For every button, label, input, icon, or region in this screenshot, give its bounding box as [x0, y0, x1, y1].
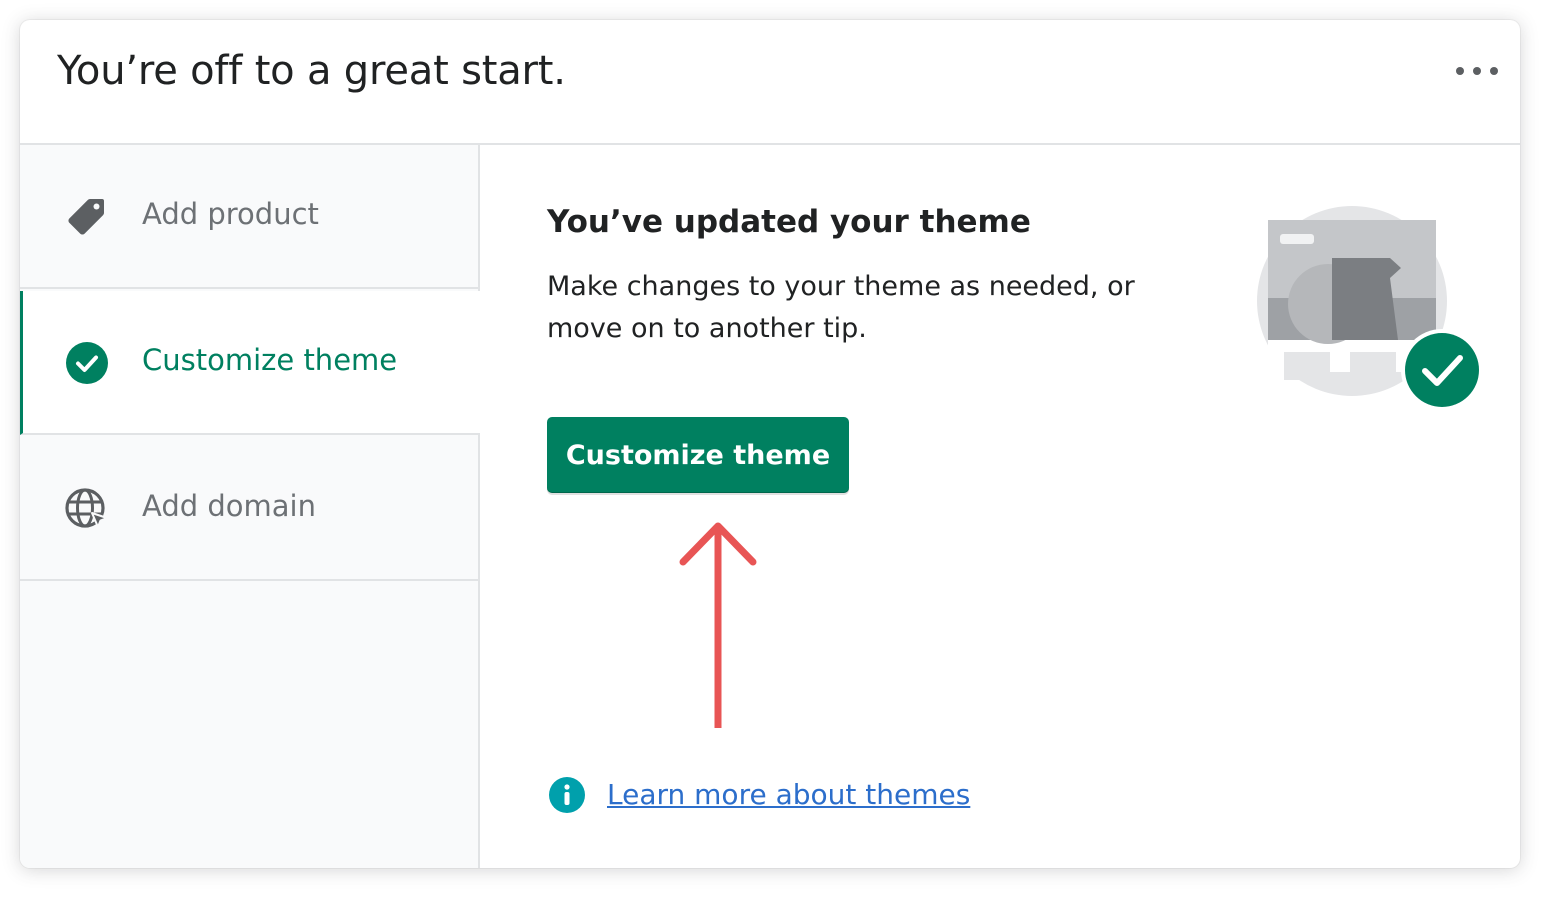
customize-theme-button[interactable]: Customize theme: [547, 417, 849, 493]
more-actions-button[interactable]: [1456, 58, 1498, 84]
setup-guide-card: You’re off to a great start. Add product…: [20, 20, 1520, 868]
sidebar-item-label: Add product: [142, 197, 319, 231]
sidebar-item-add-domain[interactable]: Add domain: [20, 437, 478, 581]
sidebar-item-add-product[interactable]: Add product: [20, 145, 478, 289]
step-title: You’ve updated your theme: [547, 204, 1031, 240]
more-dot-icon: [1490, 67, 1498, 75]
step-description: Make changes to your theme as needed, or…: [547, 271, 1135, 344]
annotation-arrow-icon: [679, 522, 757, 728]
learn-more-link[interactable]: Learn more about themes: [607, 778, 970, 811]
globe-icon: [65, 488, 108, 528]
more-dot-icon: [1473, 67, 1481, 75]
sidebar-item-label: Customize theme: [142, 343, 398, 377]
setup-steps-sidebar: Add product Customize theme Add domain: [20, 145, 480, 868]
sidebar-item-label: Add domain: [142, 489, 316, 523]
info-icon: [549, 777, 585, 813]
more-dot-icon: [1456, 67, 1464, 75]
sidebar-item-customize-theme[interactable]: Customize theme: [20, 291, 480, 435]
card-title: You’re off to a great start.: [57, 48, 566, 94]
card-header: You’re off to a great start.: [20, 20, 1520, 145]
tag-icon: [68, 199, 104, 235]
theme-illustration: [1257, 206, 1483, 411]
checkmark-circle-icon: [66, 342, 108, 384]
